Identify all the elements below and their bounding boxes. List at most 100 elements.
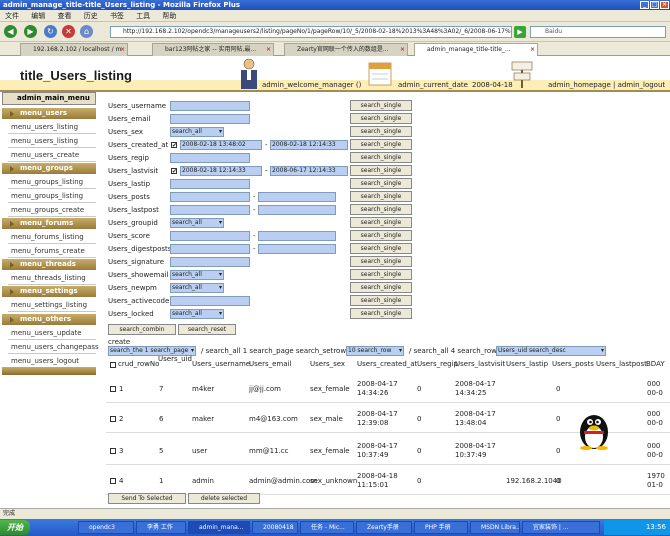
url-input[interactable]: http://192.168.2.102/opendc3/manageusers…	[110, 26, 512, 38]
row-checkbox[interactable]	[110, 386, 116, 392]
sidebar-section-settings[interactable]: menu_settings	[2, 286, 96, 297]
input-users-signature[interactable]	[170, 257, 250, 267]
sidebar-item-forums-create[interactable]: menu_forums_create	[8, 245, 96, 258]
sidebar-section-others[interactable]: menu_others	[2, 314, 96, 325]
menu-history[interactable]: 历史	[84, 12, 98, 20]
menu-file[interactable]: 文件	[5, 12, 19, 20]
row-checkbox[interactable]	[110, 478, 116, 484]
menu-view[interactable]: 查看	[57, 12, 71, 20]
input-users-posts-from[interactable]	[170, 192, 250, 202]
search-combin-button[interactable]: search_combin	[108, 324, 176, 335]
sidebar-section-threads[interactable]: menu_threads	[2, 259, 96, 270]
sidebar-item-users-changepass[interactable]: menu_users_changepass	[8, 341, 99, 354]
delete-selected-button[interactable]: delete selected	[188, 493, 260, 504]
menu-tools[interactable]: 工具	[136, 12, 150, 20]
tab-zearty[interactable]: Zearty官网联一个传入的数组是... ×	[284, 43, 408, 56]
search-single-button[interactable]: search_single	[350, 191, 412, 202]
forward-icon[interactable]: ▶	[24, 25, 37, 38]
search-single-button[interactable]: search_single	[350, 139, 412, 150]
close-window-icon[interactable]: ×	[660, 1, 669, 9]
taskbar-item[interactable]: 宜家装饰 | ...	[522, 521, 600, 534]
sidebar-item-groups-listing[interactable]: menu_groups_listing	[8, 176, 96, 189]
search-single-button[interactable]: search_single	[350, 282, 412, 293]
tab-admin-manage[interactable]: admin_manage_title-title_... ×	[414, 43, 538, 56]
input-users-lastvisit-from[interactable]: 2008-02-18 12:14:33	[180, 166, 262, 176]
input-users-username[interactable]	[170, 101, 250, 111]
input-users-activecode[interactable]	[170, 296, 250, 306]
select-all-checkbox[interactable]	[110, 362, 116, 368]
checkbox-users-created-at[interactable]: ✔	[171, 142, 177, 149]
sidebar-item-users-create[interactable]: menu_users_create	[8, 149, 96, 162]
taskbar-item[interactable]: MSDN Libra...	[470, 521, 520, 534]
row-checkbox[interactable]	[110, 448, 116, 454]
select-users-newpm[interactable]: search_all	[170, 283, 224, 293]
close-tab-icon[interactable]: ×	[266, 44, 271, 56]
search-single-button[interactable]: search_single	[350, 217, 412, 228]
row-checkbox[interactable]	[110, 416, 116, 422]
input-users-digestposts-from[interactable]	[170, 244, 250, 254]
select-users-locked[interactable]: search_all	[170, 309, 224, 319]
menu-help[interactable]: 帮助	[162, 12, 176, 20]
sidebar-item-users-listing[interactable]: menu_users_listing	[8, 121, 96, 134]
web-search-input[interactable]: Baidu	[530, 26, 666, 38]
search-single-button[interactable]: search_single	[350, 152, 412, 163]
close-tab-icon[interactable]: ×	[530, 44, 535, 56]
search-single-button[interactable]: search_single	[350, 269, 412, 280]
menu-bookmarks[interactable]: 书签	[110, 12, 124, 20]
stop-icon[interactable]: ✕	[62, 25, 75, 38]
search-single-button[interactable]: search_single	[350, 230, 412, 241]
taskbar-item[interactable]: admin_mana...	[188, 521, 250, 534]
sidebar-item-users-listing[interactable]: menu_users_listing	[8, 135, 96, 148]
input-users-posts-to[interactable]	[258, 192, 336, 202]
close-tab-icon[interactable]: ×	[120, 44, 125, 56]
create-link[interactable]: create	[108, 338, 130, 346]
select-users-groupid[interactable]: search_all	[170, 218, 224, 228]
send-to-selected-button[interactable]: Send To Selected	[108, 493, 186, 504]
sidebar-main-menu[interactable]: admin_main_menu	[2, 92, 96, 105]
search-single-button[interactable]: search_single	[350, 295, 412, 306]
search-single-button[interactable]: search_single	[350, 178, 412, 189]
taskbar-item[interactable]: PHP 手册	[414, 521, 468, 534]
sidebar-section-groups[interactable]: menu_groups	[2, 163, 96, 174]
sidebar-section-forums[interactable]: menu_forums	[2, 218, 96, 229]
sidebar-item-groups-create[interactable]: menu_groups_create	[8, 204, 96, 217]
input-users-lastip[interactable]	[170, 179, 250, 189]
sidebar-item-threads-listing[interactable]: menu_threads_listing	[8, 272, 96, 285]
checkbox-users-lastvisit[interactable]: ✔	[171, 168, 177, 175]
taskbar-item[interactable]: Zearty手册	[356, 521, 412, 534]
sidebar-item-groups-listing[interactable]: menu_groups_listing	[8, 190, 96, 203]
taskbar-item[interactable]: opendc3	[78, 521, 134, 534]
input-users-regip[interactable]	[170, 153, 250, 163]
tab-bar123[interactable]: bar123阿帖之家 -- 实用阿帖,最... ×	[152, 43, 274, 56]
input-users-lastpost-to[interactable]	[258, 205, 336, 215]
sidebar-item-forums-listing[interactable]: menu_forums_listing	[8, 231, 96, 244]
sidebar-item-users-update[interactable]: menu_users_update	[8, 327, 96, 340]
taskbar-item[interactable]: 李勇 工作	[136, 521, 186, 534]
search-single-button[interactable]: search_single	[350, 100, 412, 111]
input-users-created-at-from[interactable]: 2008-02-18 13:48:02	[180, 140, 262, 150]
header-links[interactable]: admin_homepage | admin_logout	[548, 81, 665, 89]
input-users-digestposts-to[interactable]	[258, 244, 336, 254]
minimize-icon[interactable]: _	[640, 1, 649, 9]
select-users-sex[interactable]: search_all	[170, 127, 224, 137]
search-reset-button[interactable]: search_reset	[178, 324, 236, 335]
search-single-button[interactable]: search_single	[350, 243, 412, 254]
reload-icon[interactable]: ↻	[44, 25, 57, 38]
home-icon[interactable]: ⌂	[80, 25, 93, 38]
order-select[interactable]: Users_uid search_desc	[496, 346, 606, 356]
input-users-lastpost-from[interactable]	[170, 205, 250, 215]
search-single-button[interactable]: search_single	[350, 126, 412, 137]
maximize-icon[interactable]: □	[650, 1, 659, 9]
row-select[interactable]: 10 search_row	[346, 346, 404, 356]
search-single-button[interactable]: search_single	[350, 308, 412, 319]
sidebar-section-users[interactable]: menu_users	[2, 108, 96, 119]
go-icon[interactable]: ▶	[514, 26, 526, 38]
search-single-button[interactable]: search_single	[350, 165, 412, 176]
input-users-lastvisit-to[interactable]: 2008-06-17 12:14:33	[270, 166, 348, 176]
sidebar-item-settings-listing[interactable]: menu_settings_listing	[8, 299, 96, 312]
search-single-button[interactable]: search_single	[350, 204, 412, 215]
taskbar-item[interactable]: 20080418	[252, 521, 298, 534]
input-users-score-from[interactable]	[170, 231, 250, 241]
tab-phpmyadmin[interactable]: 192.168.2.102 / localhost / m ×	[20, 43, 128, 56]
taskbar-item[interactable]: 任务 - Mic...	[300, 521, 354, 534]
